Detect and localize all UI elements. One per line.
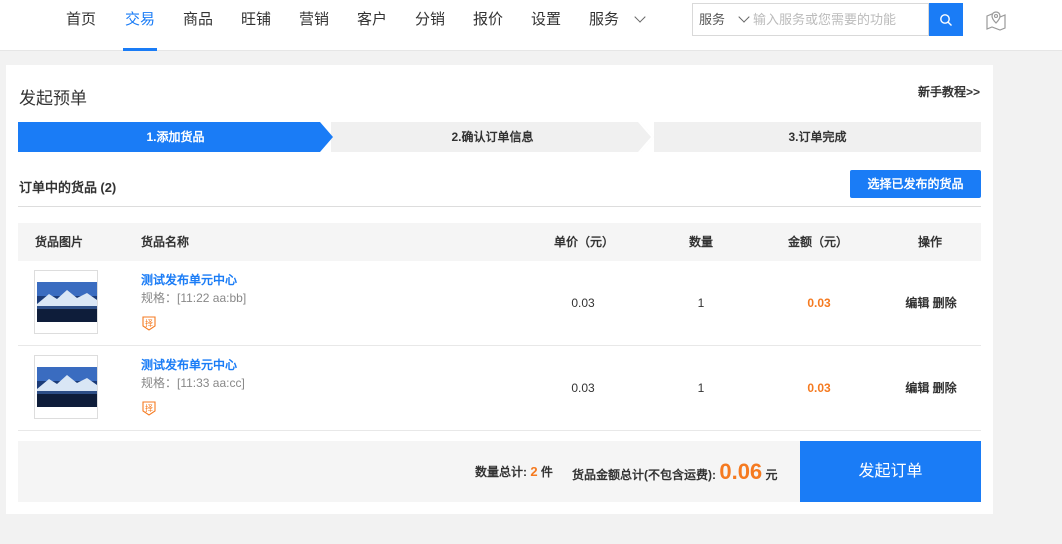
line-amount: 0.03 bbox=[807, 381, 831, 395]
total-quantity-label: 数量总计: bbox=[475, 465, 527, 479]
nav-item-customers[interactable]: 客户 bbox=[357, 0, 387, 51]
product-spec: 规格：[11:33 aa:cc] bbox=[141, 376, 245, 390]
edit-button[interactable]: 编辑 bbox=[905, 296, 929, 310]
product-name-link[interactable]: 测试发布单元中心 bbox=[141, 271, 237, 288]
goods-count: (2) bbox=[100, 180, 117, 195]
quantity: 1 bbox=[697, 296, 705, 310]
product-thumbnail[interactable] bbox=[34, 270, 98, 334]
search-scope-select[interactable]: 服务 bbox=[699, 4, 750, 35]
svg-text:择: 择 bbox=[145, 318, 153, 328]
col-name: 货品名称 bbox=[141, 235, 190, 249]
unit-price: 0.03 bbox=[571, 381, 595, 395]
goods-heading-label: 订单中的货品 bbox=[19, 180, 98, 195]
nav-item-services[interactable]: 服务 bbox=[589, 0, 619, 51]
search-box: 服务 bbox=[692, 3, 929, 36]
search-scope-label: 服务 bbox=[699, 12, 726, 27]
total-quantity: 数量总计: 2 件 bbox=[475, 441, 553, 503]
goods-heading: 订单中的货品 (2) bbox=[19, 177, 116, 196]
nav-item-trade[interactable]: 交易 bbox=[122, 0, 158, 51]
nav-item-home[interactable]: 首页 bbox=[66, 0, 96, 51]
row-actions: 编辑 删除 bbox=[896, 261, 966, 346]
nav-item-shop[interactable]: 旺铺 bbox=[241, 0, 271, 51]
table-row: 测试发布单元中心 规格：[11:22 aa:bb] 择 0.03 1 0.03 … bbox=[18, 261, 981, 346]
top-nav: 首页 交易 商品 旺铺 营销 客户 分销 报价 设置 服务 服务 bbox=[0, 0, 1062, 51]
total-amount-value: 0.06 bbox=[719, 459, 763, 484]
col-image: 货品图片 bbox=[35, 235, 84, 249]
select-published-goods-button[interactable]: 选择已发布的货品 bbox=[850, 170, 981, 198]
delete-button[interactable]: 删除 bbox=[933, 381, 957, 395]
total-quantity-unit: 件 bbox=[540, 465, 553, 479]
nav-item-quote[interactable]: 报价 bbox=[473, 0, 503, 51]
step-confirm-order: 2.确认订单信息 bbox=[331, 122, 654, 152]
map-pin-icon[interactable] bbox=[984, 8, 1008, 32]
divider bbox=[18, 206, 981, 207]
product-spec: 规格：[11:22 aa:bb] bbox=[141, 291, 247, 305]
order-summary-bar: 数量总计: 2 件 货品金额总计(不包含运费): 0.06 元 发起订单 bbox=[18, 441, 981, 502]
step-progress: 1.添加货品 2.确认订单信息 3.订单完成 bbox=[18, 122, 981, 152]
col-ops: 操作 bbox=[918, 235, 943, 249]
table-header: 货品图片 货品名称 单价（元） 数量 金额（元） 操作 bbox=[18, 223, 981, 261]
unit-price: 0.03 bbox=[571, 296, 595, 310]
product-thumbnail[interactable] bbox=[34, 355, 98, 419]
nav-item-marketing[interactable]: 营销 bbox=[299, 0, 329, 51]
total-amount: 货品金额总计(不包含运费): 0.06 元 bbox=[572, 441, 778, 506]
delete-button[interactable]: 删除 bbox=[933, 296, 957, 310]
quantity: 1 bbox=[697, 381, 705, 395]
col-qty: 数量 bbox=[689, 235, 714, 249]
step-add-goods: 1.添加货品 bbox=[18, 122, 333, 152]
table-row: 测试发布单元中心 规格：[11:33 aa:cc] 择 0.03 1 0.03 … bbox=[18, 346, 981, 431]
order-panel: 发起预单 新手教程>> 1.添加货品 2.确认订单信息 3.订单完成 订单中的货… bbox=[6, 65, 993, 514]
select-tag-icon: 择 bbox=[142, 401, 156, 416]
chevron-down-icon bbox=[738, 11, 750, 23]
search-input[interactable] bbox=[753, 8, 925, 31]
total-quantity-value: 2 bbox=[530, 464, 538, 479]
line-amount: 0.03 bbox=[807, 296, 831, 310]
submit-order-button[interactable]: 发起订单 bbox=[800, 441, 981, 502]
nav-item-products[interactable]: 商品 bbox=[183, 0, 213, 51]
nav-item-distribution[interactable]: 分销 bbox=[415, 0, 445, 51]
page-title: 发起预单 bbox=[19, 89, 87, 108]
total-amount-unit: 元 bbox=[765, 468, 778, 482]
chevron-down-icon[interactable] bbox=[634, 11, 646, 23]
edit-button[interactable]: 编辑 bbox=[905, 381, 929, 395]
svg-text:择: 择 bbox=[145, 403, 153, 413]
search-icon bbox=[940, 13, 952, 26]
tutorial-link[interactable]: 新手教程>> bbox=[918, 83, 980, 100]
col-price: 单价（元） bbox=[554, 235, 615, 249]
select-tag-icon: 择 bbox=[142, 316, 156, 331]
search-button[interactable] bbox=[929, 3, 963, 36]
nav-item-settings[interactable]: 设置 bbox=[531, 0, 561, 51]
row-actions: 编辑 删除 bbox=[896, 346, 966, 431]
step-order-complete: 3.订单完成 bbox=[654, 122, 981, 152]
product-name-link[interactable]: 测试发布单元中心 bbox=[141, 356, 237, 373]
total-amount-label: 货品金额总计(不包含运费): bbox=[572, 468, 716, 482]
col-amount: 金额（元） bbox=[788, 235, 849, 249]
goods-table: 货品图片 货品名称 单价（元） 数量 金额（元） 操作 测试发布单元中心 规格：… bbox=[18, 223, 981, 431]
